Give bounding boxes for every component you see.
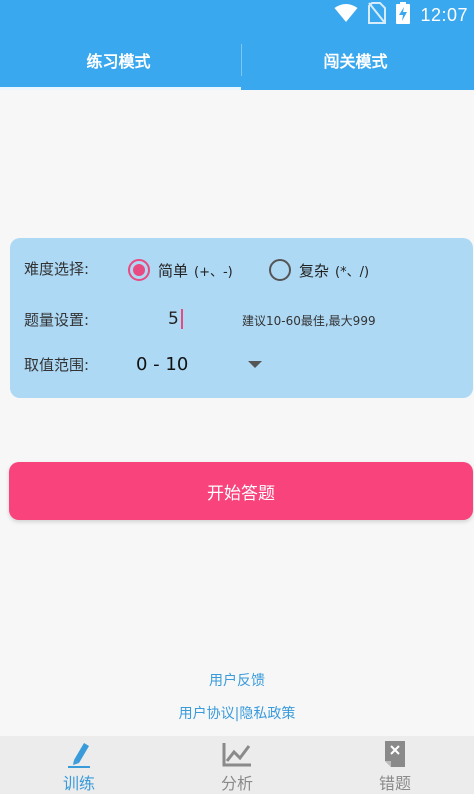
option-complex-text: 复杂	[299, 261, 330, 280]
range-row: 取值范围:	[24, 354, 89, 375]
app-header: 12:07 练习模式 闯关模式	[0, 0, 474, 90]
agreement-privacy-link[interactable]: 用户协议|隐私政策	[0, 703, 474, 723]
question-count-value: 5	[168, 309, 179, 329]
status-icons: 12:07	[334, 2, 474, 28]
nav-item-wrong-questions[interactable]: 错题	[316, 736, 474, 794]
status-bar: 12:07	[0, 0, 474, 30]
feedback-link[interactable]: 用户反馈	[0, 670, 474, 690]
text-caret	[180, 309, 183, 329]
range-selected-value: 0 - 10	[136, 353, 189, 375]
difficulty-label: 难度选择:	[24, 260, 90, 278]
radio-complex[interactable]	[269, 259, 291, 281]
active-tab-indicator	[0, 87, 241, 90]
count-row: 题量设置:	[24, 309, 89, 330]
radio-simple[interactable]	[128, 259, 150, 281]
bottom-nav: 训练 分析 错题	[0, 736, 474, 794]
range-dropdown[interactable]: 0 - 10	[136, 350, 262, 378]
difficulty-row: 难度选择:	[24, 258, 89, 279]
nav-label-analysis: 分析	[220, 774, 253, 793]
pencil-icon	[62, 740, 96, 768]
option-simple-text: 简单	[158, 261, 189, 280]
nav-label-wrong-questions: 错题	[378, 774, 411, 793]
chart-icon	[220, 740, 254, 768]
status-time: 12:07	[420, 4, 468, 25]
question-count-input[interactable]: 5	[168, 306, 228, 332]
dropdown-arrow-icon	[248, 360, 262, 368]
count-label: 题量设置:	[24, 311, 90, 329]
option-simple-hint: (+、-)	[194, 264, 233, 280]
mode-tabs: 练习模式 闯关模式	[0, 30, 474, 90]
nav-item-training[interactable]: 训练	[0, 736, 158, 794]
radio-dot	[133, 264, 145, 276]
range-label: 取值范围:	[24, 356, 90, 374]
tab-practice-mode[interactable]: 练习模式	[0, 30, 237, 90]
count-hint: 建议10-60最佳,最大999	[242, 314, 376, 328]
tab-divider	[241, 44, 242, 76]
difficulty-option-simple[interactable]: 简单 (+、-)	[128, 259, 233, 281]
difficulty-option-complex[interactable]: 复杂 (*、/)	[269, 259, 369, 281]
wifi-icon	[334, 3, 358, 27]
tab-challenge-mode[interactable]: 闯关模式	[237, 30, 474, 90]
no-sim-icon	[368, 2, 387, 28]
nav-label-training: 训练	[62, 774, 95, 793]
wrong-note-icon	[378, 740, 412, 768]
option-complex-hint: (*、/)	[335, 264, 370, 280]
start-quiz-button[interactable]: 开始答题	[9, 462, 473, 520]
nav-item-analysis[interactable]: 分析	[158, 736, 316, 794]
battery-charging-icon	[396, 2, 411, 28]
